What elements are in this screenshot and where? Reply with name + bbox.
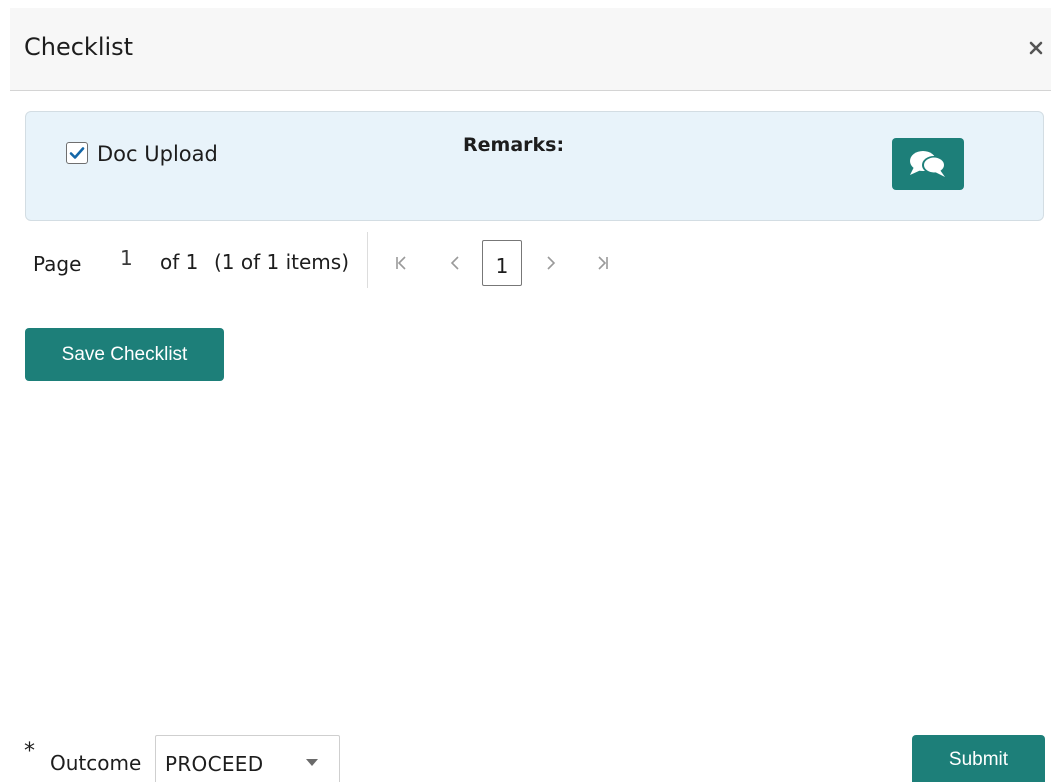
pagination-divider: [367, 232, 368, 288]
next-page-button[interactable]: [539, 248, 563, 278]
current-page-number: 1: [120, 246, 133, 270]
page-1-button[interactable]: 1: [482, 240, 522, 286]
save-checklist-button[interactable]: Save Checklist: [25, 328, 224, 381]
last-page-button[interactable]: [591, 248, 615, 278]
first-page-button[interactable]: [389, 248, 413, 278]
items-count-label: (1 of 1 items): [214, 250, 350, 274]
first-page-icon: [396, 256, 406, 270]
next-page-icon: [547, 256, 556, 270]
last-page-icon: [598, 256, 608, 270]
comments-icon: [910, 151, 946, 177]
remarks-comment-button[interactable]: [892, 138, 964, 190]
close-icon: [1029, 41, 1043, 55]
dialog-header: Checklist: [10, 8, 1051, 91]
chevron-down-icon: [306, 759, 318, 766]
outcome-select[interactable]: PROCEED: [155, 735, 340, 782]
outcome-selected-value: PROCEED: [165, 752, 264, 776]
dialog-title: Checklist: [24, 33, 134, 61]
prev-page-button[interactable]: [443, 248, 467, 278]
checklist-dialog: Checklist Doc Upload Remarks: Page 1 of …: [0, 0, 1051, 782]
submit-button[interactable]: Submit: [912, 735, 1045, 782]
close-button[interactable]: [1023, 34, 1049, 62]
page-word-label: Page: [33, 252, 82, 276]
required-marker: *: [24, 739, 35, 764]
checklist-item-card: Doc Upload Remarks:: [25, 111, 1044, 221]
doc-upload-checkbox[interactable]: [66, 142, 88, 164]
remarks-label: Remarks:: [463, 134, 565, 156]
prev-page-icon: [450, 256, 459, 270]
total-pages-label: of 1: [160, 250, 199, 274]
checkmark-icon: [69, 147, 85, 159]
outcome-label: Outcome: [50, 751, 142, 775]
checklist-item-label: Doc Upload: [97, 142, 218, 166]
